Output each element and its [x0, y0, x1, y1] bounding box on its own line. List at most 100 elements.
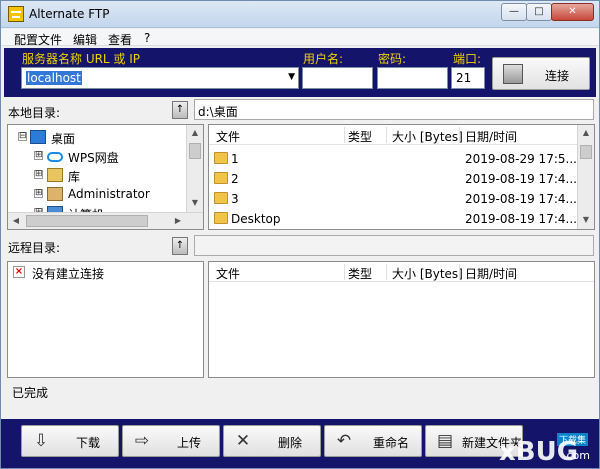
column-header-date[interactable]: 日期/时间: [465, 265, 517, 282]
watermark-logo: 下载集 xBUG .com: [461, 423, 593, 467]
column-header-file[interactable]: 文件: [216, 128, 240, 145]
chevron-down-icon[interactable]: ▼: [288, 72, 295, 82]
minimize-button[interactable]: —: [501, 3, 527, 21]
host-label: 服务器名称 URL 或 IP: [22, 52, 141, 66]
local-tree-pane[interactable]: ⊟ 桌面 ⊞ WPS网盘 ⊞ 库 ⊞ Administrator ⊞ 计算机 ▲…: [7, 124, 204, 230]
scroll-thumb[interactable]: [189, 143, 201, 159]
delete-button[interactable]: ✕ 删除: [223, 425, 321, 457]
scroll-left-icon[interactable]: ◀: [8, 213, 24, 229]
download-label: 下载: [76, 436, 101, 450]
file-name: 1: [231, 152, 239, 166]
column-header-size[interactable]: 大小 [Bytes]: [392, 128, 463, 145]
tree-vertical-scrollbar[interactable]: ▲ ▼: [186, 125, 203, 212]
title-bar[interactable]: Alternate FTP — □ ✕: [1, 1, 599, 28]
collapse-icon[interactable]: ⊟: [18, 132, 27, 141]
local-dir-label: 本地目录:: [8, 106, 61, 120]
connect-button[interactable]: 连接: [492, 57, 590, 90]
upload-button[interactable]: ⇨ 上传: [122, 425, 220, 457]
menu-bar: 配置文件 编辑 查看 ?: [1, 29, 599, 48]
host-value: localhost: [26, 71, 82, 85]
user-folder-icon: [47, 187, 63, 201]
column-header-file[interactable]: 文件: [216, 265, 240, 282]
status-text: 已完成: [12, 386, 49, 400]
expand-icon[interactable]: ⊞: [34, 151, 43, 160]
column-divider[interactable]: [386, 264, 387, 280]
tree-item-label: WPS网盘: [68, 151, 119, 165]
scroll-down-icon[interactable]: ▼: [187, 195, 203, 211]
password-label: 密码:: [378, 52, 407, 66]
tree-item-label: Administrator: [68, 187, 150, 201]
file-date: 2019-08-19 17:4...: [465, 192, 577, 206]
expand-icon[interactable]: ⊞: [34, 189, 43, 198]
download-icon: ⇩: [33, 431, 49, 451]
remote-file-list[interactable]: 文件 类型 大小 [Bytes] 日期/时间: [208, 261, 595, 378]
remote-list-header: 文件 类型 大小 [Bytes] 日期/时间: [209, 262, 594, 282]
remote-up-folder-icon[interactable]: ↑: [172, 237, 188, 255]
file-row[interactable]: 2 2019-08-19 17:4...: [209, 169, 577, 189]
desktop-icon: [30, 130, 46, 144]
local-up-folder-icon[interactable]: ↑: [172, 101, 188, 119]
expand-icon[interactable]: ⊞: [34, 170, 43, 179]
folder-icon: [214, 192, 228, 204]
watermark-suffix: .com: [563, 449, 590, 462]
folder-icon: [214, 172, 228, 184]
local-path-field[interactable]: d:\桌面: [194, 99, 594, 120]
column-header-type[interactable]: 类型: [348, 265, 372, 282]
folder-icon: [214, 152, 228, 164]
tree-item-label: 库: [68, 170, 81, 184]
column-divider[interactable]: [459, 127, 460, 143]
file-list-vertical-scrollbar[interactable]: ▲ ▼: [577, 125, 594, 229]
no-connection-message: 没有建立连接: [32, 267, 105, 281]
file-date: 2019-08-19 17:4...: [465, 172, 577, 186]
local-file-list[interactable]: 文件 类型 大小 [Bytes] 日期/时间 1 2019-08-29 17:5…: [208, 124, 595, 230]
new-folder-icon: ▤: [436, 431, 454, 451]
remote-dir-label: 远程目录:: [8, 241, 61, 255]
menu-edit[interactable]: 编辑: [73, 31, 97, 48]
file-date: 2019-08-29 17:5...: [465, 152, 577, 166]
local-path-value: d:\桌面: [198, 105, 238, 119]
delete-icon: ✕: [235, 431, 251, 451]
password-field[interactable]: [377, 67, 448, 89]
remote-path-field[interactable]: [194, 235, 594, 256]
delete-label: 删除: [278, 436, 303, 450]
close-button[interactable]: ✕: [551, 3, 594, 21]
menu-profiles[interactable]: 配置文件: [14, 31, 62, 48]
file-name: Desktop: [231, 212, 281, 226]
folder-icon: [214, 212, 228, 224]
scroll-up-icon[interactable]: ▲: [187, 125, 203, 141]
column-divider[interactable]: [386, 127, 387, 143]
column-header-size[interactable]: 大小 [Bytes]: [392, 265, 463, 282]
download-button[interactable]: ⇩ 下载: [21, 425, 119, 457]
upload-icon: ⇨: [134, 431, 150, 451]
menu-help[interactable]: ?: [144, 31, 150, 45]
column-header-type[interactable]: 类型: [348, 128, 372, 145]
scroll-up-icon[interactable]: ▲: [578, 125, 594, 141]
port-label: 端口:: [453, 52, 482, 66]
tree-item-label: 桌面: [51, 132, 76, 146]
menu-view[interactable]: 查看: [108, 31, 132, 48]
window-title: Alternate FTP: [29, 7, 110, 21]
cloud-icon: [47, 152, 63, 162]
file-row[interactable]: 3 2019-08-19 17:4...: [209, 189, 577, 209]
user-field[interactable]: [302, 67, 373, 89]
scroll-down-icon[interactable]: ▼: [578, 212, 594, 228]
library-icon: [47, 168, 63, 182]
no-connection-icon: ×: [13, 266, 25, 278]
column-divider[interactable]: [459, 264, 460, 280]
column-divider[interactable]: [344, 127, 345, 143]
upload-label: 上传: [177, 436, 202, 450]
maximize-button[interactable]: □: [526, 3, 552, 21]
port-field[interactable]: 21: [451, 67, 485, 89]
scroll-thumb[interactable]: [580, 145, 592, 159]
file-row[interactable]: Desktop 2019-08-19 17:4...: [209, 209, 577, 229]
server-icon: [503, 64, 523, 84]
rename-button[interactable]: ↶ 重命名: [324, 425, 422, 457]
scroll-right-icon[interactable]: ▶: [170, 213, 186, 229]
host-combobox[interactable]: localhost ▼: [21, 67, 299, 89]
scroll-thumb[interactable]: [26, 215, 148, 227]
file-row[interactable]: 1 2019-08-29 17:5...: [209, 149, 577, 169]
tree-horizontal-scrollbar[interactable]: ◀ ▶: [8, 212, 203, 229]
column-header-date[interactable]: 日期/时间: [465, 128, 517, 145]
column-divider[interactable]: [344, 264, 345, 280]
remote-tree-pane[interactable]: × 没有建立连接: [7, 261, 204, 378]
